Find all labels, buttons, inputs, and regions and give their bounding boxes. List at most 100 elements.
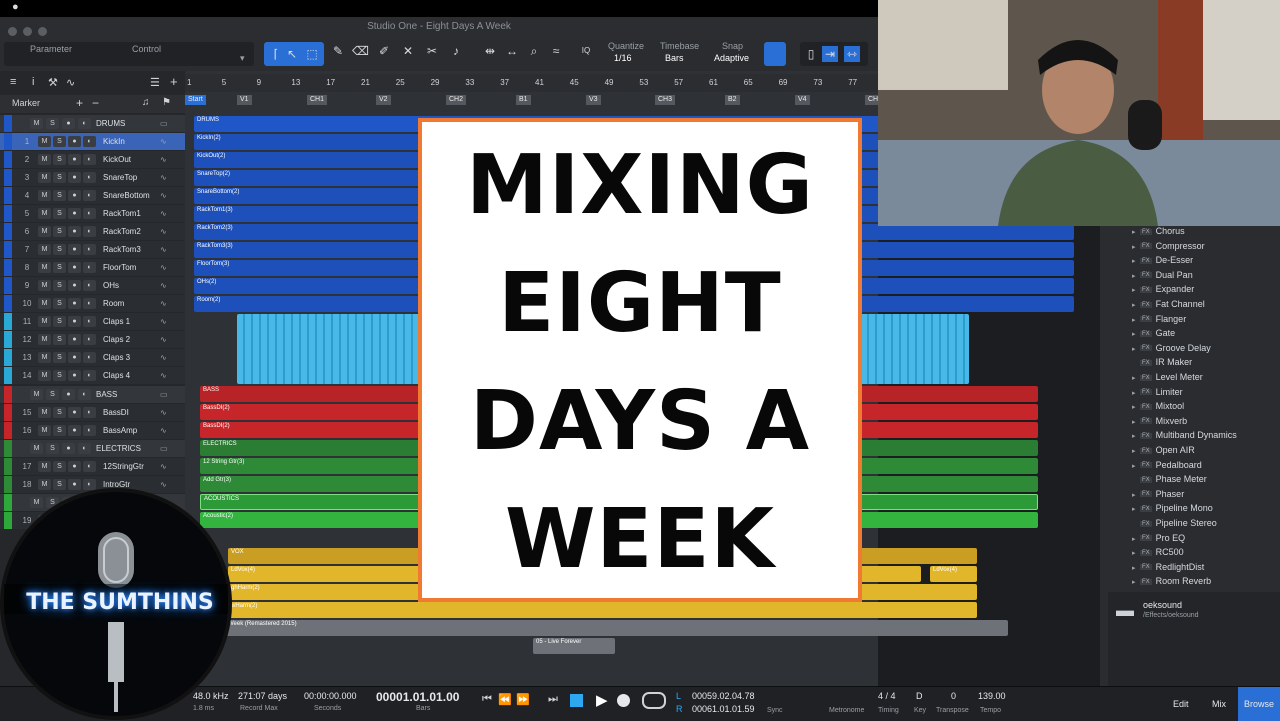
expand-icon[interactable]: ▸ <box>1132 491 1140 499</box>
record-arm-button[interactable]: ● <box>68 280 81 291</box>
browser-item[interactable]: FX Pipeline Stereo <box>1132 518 1217 532</box>
track-name[interactable]: KickOut <box>103 155 131 164</box>
folder-track[interactable]: M S ● ◐ DRUMS ▭ <box>0 115 185 132</box>
timing-value[interactable]: 4 / 4 <box>878 691 896 701</box>
zoom-tool-icon[interactable]: ⌕ <box>526 43 542 59</box>
mute-button[interactable]: M <box>38 370 51 381</box>
solo-button[interactable]: S <box>53 226 66 237</box>
track-name[interactable]: FloorTom <box>103 263 136 272</box>
folder-track[interactable]: M S ● ◐ ELECTRICS ▭ <box>0 440 185 457</box>
browse-tab[interactable]: Browse <box>1238 687 1280 721</box>
record-arm-button[interactable]: ● <box>68 136 81 147</box>
waveform-icon[interactable]: ∿ <box>160 209 167 218</box>
folder-icon[interactable]: ▭ <box>160 390 168 399</box>
solo-button[interactable]: S <box>46 443 59 454</box>
track-name[interactable]: OHs <box>103 281 119 290</box>
list-icon[interactable]: ☰ <box>150 76 160 89</box>
expand-icon[interactable]: ▸ <box>1132 447 1140 455</box>
monitor-button[interactable]: ◐ <box>83 190 96 201</box>
browser-item[interactable]: ▸ FX Dual Pan <box>1132 270 1193 284</box>
browser-item[interactable]: ▸ FX RC500 <box>1132 547 1184 561</box>
monitor-button[interactable]: ◐ <box>83 172 96 183</box>
track-name[interactable]: Claps 1 <box>103 317 130 326</box>
browser-item[interactable]: ▸ FX Multiband Dynamics <box>1132 430 1237 444</box>
marker[interactable]: CH3 <box>655 95 676 105</box>
folder-icon[interactable]: ▭ <box>160 119 168 128</box>
expand-icon[interactable]: ▸ <box>1132 564 1140 572</box>
expand-icon[interactable]: ▸ <box>1132 345 1140 353</box>
track-name[interactable]: RackTom2 <box>103 227 141 236</box>
apple-icon[interactable]: ● <box>12 1 19 13</box>
browser-item[interactable]: ▸ FX Level Meter <box>1132 372 1203 386</box>
solo-button[interactable]: S <box>53 244 66 255</box>
mute-button[interactable]: M <box>38 461 51 472</box>
track-name[interactable]: KickIn <box>103 137 125 146</box>
record-arm-button[interactable]: ● <box>68 208 81 219</box>
expand-icon[interactable]: ▸ <box>1132 505 1140 513</box>
waveform-icon[interactable]: ∿ <box>160 173 167 182</box>
track-name[interactable]: SnareBottom <box>103 191 150 200</box>
loop-start[interactable]: 00059.02.04.78 <box>692 691 755 701</box>
record-arm-button[interactable]: ● <box>68 425 81 436</box>
bend-tool-icon[interactable]: ⇹ <box>482 43 498 59</box>
monitor-button[interactable]: ◐ <box>83 407 96 418</box>
snap-toggle-button[interactable] <box>764 42 786 66</box>
range-tool-icon[interactable]: ⌈ <box>268 46 284 62</box>
marker[interactable]: Start <box>185 95 206 105</box>
mute-button[interactable]: M <box>38 190 51 201</box>
track-header[interactable]: 13 M S ● ◐ Claps 3 ∿ <box>0 349 185 366</box>
expand-icon[interactable]: ▸ <box>1132 432 1140 440</box>
solo-button[interactable]: S <box>53 479 66 490</box>
folder-track[interactable]: M S ● ◐ BASS ▭ <box>0 386 185 403</box>
expand-icon[interactable]: ▸ <box>1132 316 1140 324</box>
monitor-button[interactable]: ◐ <box>83 316 96 327</box>
record-arm-button[interactable]: ● <box>68 262 81 273</box>
marker[interactable]: V2 <box>376 95 391 105</box>
solo-button[interactable]: S <box>53 190 66 201</box>
record-arm-button[interactable]: ● <box>68 334 81 345</box>
autoscroll-icon[interactable]: ⇿ <box>844 46 860 62</box>
waveform-icon[interactable]: ∿ <box>160 353 167 362</box>
transform-tool-icon[interactable]: ≈ <box>548 43 564 59</box>
browser-item[interactable]: ▸ FX Mixverb <box>1132 416 1187 430</box>
split-tool-icon[interactable]: ✂ <box>424 43 440 59</box>
monitor-button[interactable]: ◐ <box>83 479 96 490</box>
solo-button[interactable]: S <box>46 118 59 129</box>
solo-button[interactable]: S <box>53 136 66 147</box>
quantize-value[interactable]: 1/16 <box>614 53 632 63</box>
clip-leadvox-end[interactable]: LdVox(4) <box>930 566 977 582</box>
track-name[interactable]: DRUMS <box>96 119 125 128</box>
track-header[interactable]: 7 M S ● ◐ RackTom3 ∿ <box>0 241 185 258</box>
menu-icon[interactable]: ≡ <box>10 76 16 88</box>
monitor-button[interactable]: ◐ <box>83 208 96 219</box>
track-name[interactable]: 12StringGtr <box>103 462 144 471</box>
loop-end[interactable]: 00061.01.01.59 <box>692 704 755 714</box>
track-header[interactable]: 5 M S ● ◐ RackTom1 ∿ <box>0 205 185 222</box>
seconds-value[interactable]: 00:00:00.000 <box>304 691 357 701</box>
waveform-icon[interactable]: ∿ <box>160 137 167 146</box>
follow-icon[interactable]: ⇥ <box>822 46 838 62</box>
record-arm-button[interactable]: ● <box>62 389 75 400</box>
clip-live-forever[interactable]: 05 - Live Forever <box>533 638 615 654</box>
browser-item[interactable]: ▸ FX Chorus <box>1132 226 1185 240</box>
marker[interactable]: CH2 <box>446 95 467 105</box>
browser-item[interactable]: ▸ FX Open AIR <box>1132 445 1195 459</box>
monitor-button[interactable]: ◐ <box>83 280 96 291</box>
edit-tab[interactable]: Edit <box>1173 699 1189 709</box>
record-arm-button[interactable]: ● <box>68 154 81 165</box>
monitor-button[interactable]: ◐ <box>83 334 96 345</box>
end-icon[interactable]: ⏭ <box>548 693 558 706</box>
track-name[interactable]: Claps 4 <box>103 371 130 380</box>
browser-item[interactable]: ▸ FX Groove Delay <box>1132 343 1211 357</box>
expand-icon[interactable]: ▸ <box>1132 330 1140 338</box>
track-name[interactable]: Room <box>103 299 124 308</box>
browser-item[interactable]: FX IR Maker <box>1132 357 1192 371</box>
waveform-icon[interactable]: ∿ <box>160 155 167 164</box>
marker[interactable]: V4 <box>795 95 810 105</box>
mute-button[interactable]: M <box>38 262 51 273</box>
track-header[interactable]: 4 M S ● ◐ SnareBottom ∿ <box>0 187 185 204</box>
expand-icon[interactable]: ▸ <box>1132 272 1140 280</box>
monitor-button[interactable]: ◐ <box>83 136 96 147</box>
record-arm-button[interactable]: ● <box>68 226 81 237</box>
record-arm-button[interactable]: ● <box>68 370 81 381</box>
